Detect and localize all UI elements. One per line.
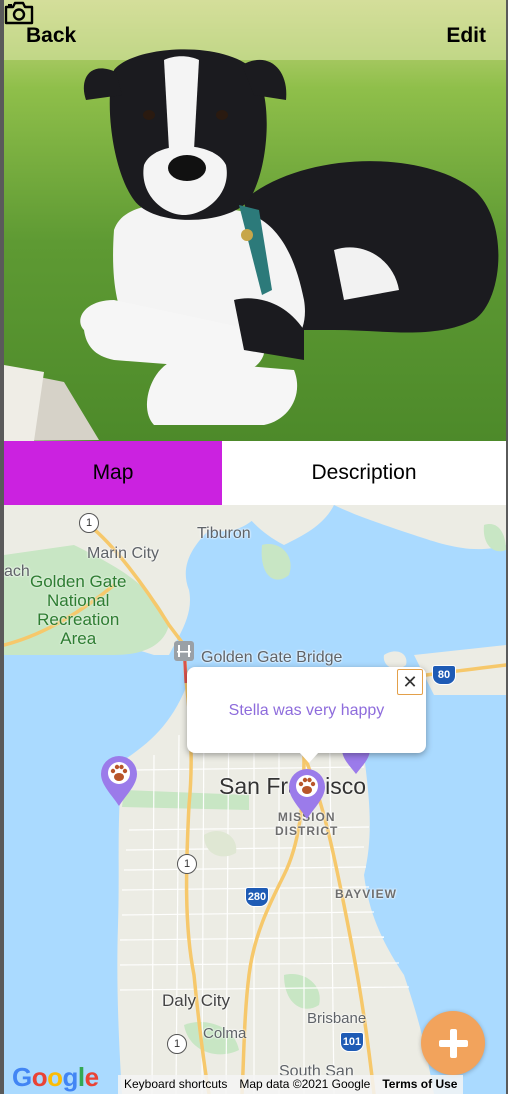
- map-attribution-bar: Keyboard shortcuts Map data ©2021 Google…: [118, 1075, 464, 1094]
- map-label-bayview: BAYVIEW: [335, 887, 397, 901]
- close-icon[interactable]: ✕: [397, 669, 423, 695]
- highway-shield-280: 280: [245, 887, 269, 907]
- map-data-credit: Map data ©2021 Google: [239, 1077, 371, 1091]
- highway-shield-101: 101: [340, 1032, 364, 1052]
- map-view[interactable]: ach Marin City Tiburon Golden Gate Natio…: [4, 505, 506, 1094]
- google-logo[interactable]: Google: [12, 1062, 99, 1093]
- pet-photo: Back Edit: [4, 0, 506, 441]
- info-window: Stella was very happy ✕: [187, 667, 426, 763]
- tab-description[interactable]: Description: [222, 441, 506, 505]
- highway-shield-80: 80: [432, 665, 456, 685]
- keyboard-shortcuts-link[interactable]: Keyboard shortcuts: [118, 1075, 233, 1094]
- map-label-ggnra: Golden Gate National Recreation Area: [30, 572, 127, 648]
- map-label-tiburon: Tiburon: [197, 525, 251, 542]
- back-button[interactable]: Back: [26, 24, 76, 48]
- info-window-pointer: [299, 752, 319, 763]
- add-button[interactable]: [421, 1011, 485, 1075]
- view-tabs: Map Description: [4, 441, 506, 505]
- map-label-marin-city: Marin City: [87, 545, 160, 562]
- app-screen: Back Edit Map Description ach Marin City…: [0, 0, 508, 1094]
- map-label-brisbane: Brisbane: [307, 1010, 367, 1027]
- map-pin-paw[interactable]: [100, 755, 138, 807]
- camera-icon[interactable]: [4, 0, 34, 26]
- map-label-colma: Colma: [203, 1025, 247, 1042]
- map-pin-paw[interactable]: [288, 768, 326, 820]
- window-edge-left: [0, 0, 4, 1094]
- highway-shield-1: 1: [79, 513, 99, 533]
- tab-map[interactable]: Map: [4, 441, 222, 505]
- map-label-ach: ach: [4, 563, 30, 580]
- highway-shield-1: 1: [177, 854, 197, 874]
- info-window-text: Stella was very happy: [228, 702, 385, 719]
- terms-of-use-link[interactable]: Terms of Use: [376, 1075, 463, 1094]
- dog-photo-illustration: [4, 0, 506, 441]
- map-label-daly-city: Daly City: [162, 991, 231, 1010]
- highway-shield-1: 1: [167, 1034, 187, 1054]
- edit-button[interactable]: Edit: [446, 24, 486, 48]
- map-label-golden-gate-bridge: Golden Gate Bridge: [201, 649, 343, 666]
